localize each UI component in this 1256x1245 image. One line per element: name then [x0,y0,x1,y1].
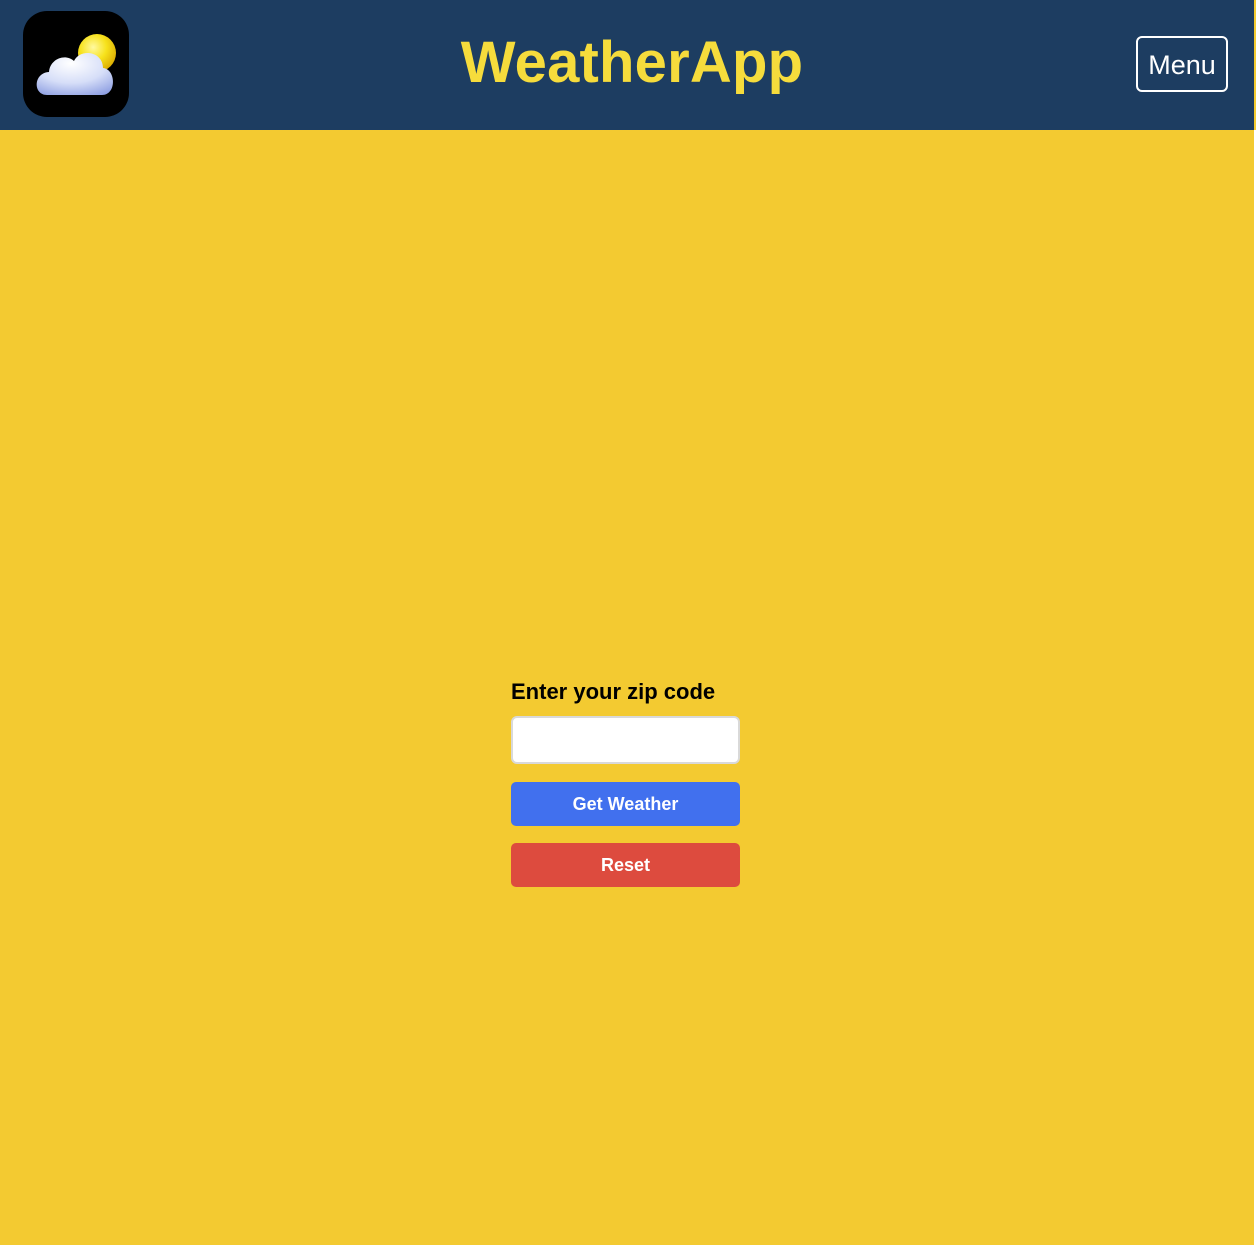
get-weather-button[interactable]: Get Weather [511,782,740,826]
zip-input[interactable] [511,716,740,764]
app-header: WeatherApp Menu [0,0,1254,130]
reset-button[interactable]: Reset [511,843,740,887]
menu-button[interactable]: Menu [1136,36,1228,92]
zip-label: Enter your zip code [511,679,716,704]
app-title: WeatherApp [460,30,804,95]
zip-form: Enter your zip code Get Weather Reset [511,676,740,887]
